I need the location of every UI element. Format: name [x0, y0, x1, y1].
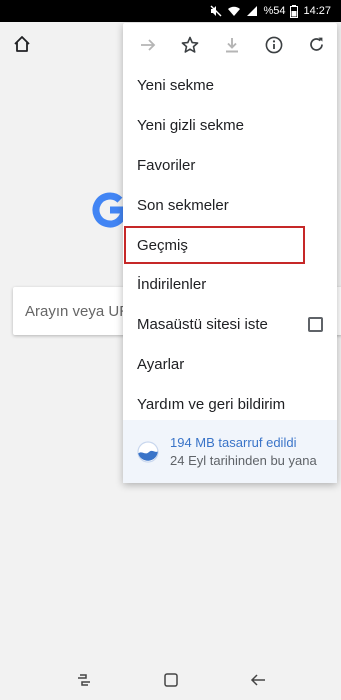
info-icon [265, 36, 283, 53]
menu-item-label: Masaüstü sitesi iste [137, 316, 268, 334]
menu-item-recent-tabs[interactable]: Son sekmeler [123, 185, 337, 225]
reload-button[interactable] [303, 32, 329, 58]
battery-percent: %54 [263, 5, 286, 17]
home-nav-button[interactable] [159, 668, 183, 692]
menu-item-label: Geçmiş [137, 236, 188, 254]
menu-item-new-tab[interactable]: Yeni sekme [123, 66, 337, 106]
menu-item-bookmarks[interactable]: Favoriler [123, 146, 337, 186]
savings-subtitle: 24 Eyl tarihinden bu yana [170, 453, 317, 468]
desktop-site-checkbox[interactable] [308, 317, 323, 333]
clock: 14:27 [303, 5, 331, 17]
refresh-icon [309, 37, 323, 51]
page-info-button[interactable] [261, 32, 287, 58]
bookmark-button[interactable] [177, 32, 203, 58]
square-icon [163, 673, 178, 687]
wifi-icon [228, 6, 241, 16]
recents-icon [77, 674, 90, 686]
menu-item-label: Yeni gizli sekme [137, 117, 244, 135]
status-bar: %54 14:27 [0, 0, 341, 22]
back-arrow-icon [250, 674, 265, 686]
download-icon [226, 37, 238, 52]
savings-title: 194 MB tasarruf edildi [170, 435, 297, 450]
forward-button[interactable] [135, 32, 161, 58]
forward-icon [141, 38, 156, 51]
navigation-bar [0, 660, 341, 700]
back-button[interactable] [246, 668, 270, 692]
recents-button[interactable] [72, 668, 96, 692]
menu-item-label: Son sekmeler [137, 196, 229, 214]
menu-item-downloads[interactable]: İndirilenler [123, 265, 337, 305]
menu-icon-row [123, 23, 337, 66]
signal-icon [247, 6, 258, 16]
overflow-menu: Yeni sekme Yeni gizli sekme Favoriler So… [123, 23, 337, 483]
star-icon [181, 36, 199, 53]
menu-item-label: İndirilenler [137, 276, 207, 294]
home-icon [14, 36, 30, 52]
menu-item-label: Favoriler [137, 156, 196, 174]
menu-item-new-incognito-tab[interactable]: Yeni gizli sekme [123, 106, 337, 146]
download-button[interactable] [219, 32, 245, 58]
menu-item-settings[interactable]: Ayarlar [123, 345, 337, 385]
menu-item-request-desktop-site[interactable]: Masaüstü sitesi iste [123, 305, 337, 345]
mute-icon [210, 5, 222, 17]
menu-item-label: Ayarlar [137, 355, 185, 373]
menu-item-history[interactable]: Geçmiş [123, 225, 306, 265]
data-saver-summary[interactable]: 194 MB tasarruf edildi 24 Eyl tarihinden… [123, 420, 337, 483]
menu-item-label: Yeni sekme [137, 77, 214, 95]
home-button[interactable] [10, 32, 34, 56]
menu-list: Yeni sekme Yeni gizli sekme Favoriler So… [123, 66, 337, 424]
battery-icon [290, 4, 299, 18]
menu-item-label: Yardım ve geri bildirim [137, 395, 286, 413]
data-saver-icon [137, 440, 159, 463]
menu-item-help-feedback[interactable]: Yardım ve geri bildirim [123, 384, 337, 424]
